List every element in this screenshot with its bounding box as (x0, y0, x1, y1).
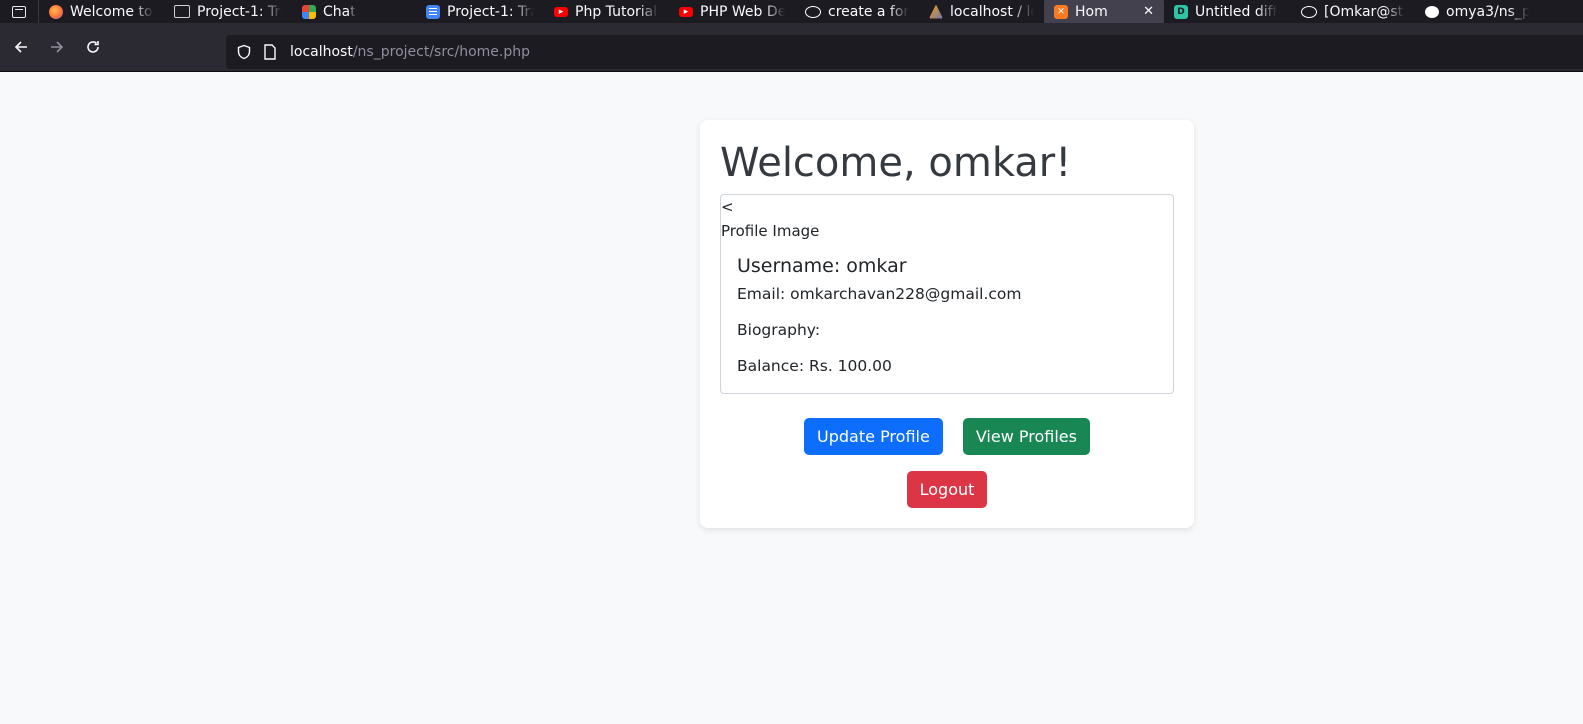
tab-title: Project-1: Tra (197, 3, 282, 20)
tab-php-web-dev[interactable]: ▸ PHP Web De (669, 0, 795, 23)
tab-title: omya3/ns_pr (1446, 3, 1529, 20)
reload-button[interactable] (75, 29, 111, 65)
biography-text: Biography: (737, 321, 821, 339)
close-tab-icon[interactable]: ✕ (1143, 4, 1154, 19)
chatgpt-icon (805, 5, 821, 18)
tab-untitled-diff[interactable]: D Untitled diff (1164, 0, 1291, 23)
profile-details: Username: omkar Email: omkarchavan228@gm… (721, 243, 1173, 375)
url-path: /ns_project/src/home.php (352, 44, 530, 60)
xampp-icon: ✕ (1054, 4, 1068, 19)
tab-omkar-sta[interactable]: [Omkar@sta (1291, 0, 1415, 23)
back-button[interactable] (3, 29, 39, 65)
logout-row: Logout (720, 471, 1174, 508)
profile-card: < Profile Image Username: omkar Email: o… (720, 194, 1174, 394)
tab-title: Project-1: Tra (447, 3, 534, 20)
page-content: Welcome, omkar! < Profile Image Username… (0, 72, 1583, 724)
forward-button[interactable] (39, 29, 75, 65)
tab-title: Chat (323, 3, 356, 20)
tab-chat[interactable]: Chat (292, 0, 416, 23)
page-icon[interactable] (260, 42, 280, 62)
tab-project-1-docs[interactable]: Project-1: Tra (416, 0, 544, 23)
logout-button[interactable]: Logout (906, 471, 988, 508)
google-chat-icon (302, 4, 316, 19)
google-docs-icon (426, 4, 440, 19)
balance-text: Balance: Rs. 100.00 (737, 357, 892, 375)
github-icon (1425, 5, 1439, 18)
tab-title: PHP Web De (700, 3, 785, 20)
page-title: Welcome, omkar! (720, 140, 1072, 186)
tab-list-button[interactable] (0, 0, 39, 23)
view-profiles-button[interactable]: View Profiles (962, 418, 1090, 455)
tab-php-tutorial[interactable]: ▸ Php Tutorial f (544, 0, 669, 23)
broken-profile-image: < Profile Image (721, 195, 1173, 243)
forward-arrow-icon (51, 41, 64, 53)
firefox-icon (49, 4, 63, 19)
tab-welcome[interactable]: Welcome to Firefox (39, 0, 164, 23)
tab-title: Home (1075, 3, 1108, 20)
tab-project-1[interactable]: Project-1: Tra (164, 0, 292, 23)
tab-phpmyadmin[interactable]: localhost / lo (919, 0, 1044, 23)
url-text[interactable]: localhost/ns_project/src/home.php (290, 44, 530, 60)
username-heading: Username: omkar (737, 255, 907, 277)
tab-title: Welcome to Firefox (70, 3, 154, 20)
profile-image-alt-text: Profile Image (721, 222, 820, 240)
tracking-protection-shield-icon[interactable] (234, 42, 254, 62)
tab-create-form[interactable]: create a form (795, 0, 919, 23)
tab-title: Php Tutorial f (575, 3, 659, 20)
address-bar[interactable]: localhost/ns_project/src/home.php (226, 35, 1583, 69)
tab-home[interactable]: ✕ Home ✕ (1044, 0, 1164, 23)
tab-strip: Welcome to Firefox Project-1: Tra Chat P… (0, 0, 1583, 23)
nav-toolbar: localhost/ns_project/src/home.php (0, 23, 1583, 72)
action-buttons: Update Profile View Profiles (720, 418, 1174, 455)
broken-image-glyph: < (721, 198, 734, 216)
url-host: localhost (290, 44, 353, 60)
reload-icon (87, 41, 99, 53)
diffchecker-icon: D (1174, 4, 1188, 19)
youtube-icon: ▸ (679, 6, 693, 17)
chatgpt-icon (1301, 5, 1317, 18)
welcome-card: Welcome, omkar! < Profile Image Username… (700, 120, 1194, 528)
tab-list-icon (12, 5, 26, 18)
tab-title: create a form (828, 3, 909, 20)
tab-title: Untitled diff (1195, 3, 1278, 20)
tab-github[interactable]: omya3/ns_pr (1415, 0, 1539, 23)
email-text: Email: omkarchavan228@gmail.com (737, 285, 1022, 303)
phpmyadmin-icon (929, 4, 943, 19)
tab-title: localhost / lo (950, 3, 1034, 20)
contact-card-icon (174, 5, 190, 18)
update-profile-button[interactable]: Update Profile (804, 418, 943, 455)
back-arrow-icon (14, 41, 27, 53)
youtube-icon: ▸ (554, 6, 568, 17)
tab-title: [Omkar@sta (1324, 3, 1405, 20)
